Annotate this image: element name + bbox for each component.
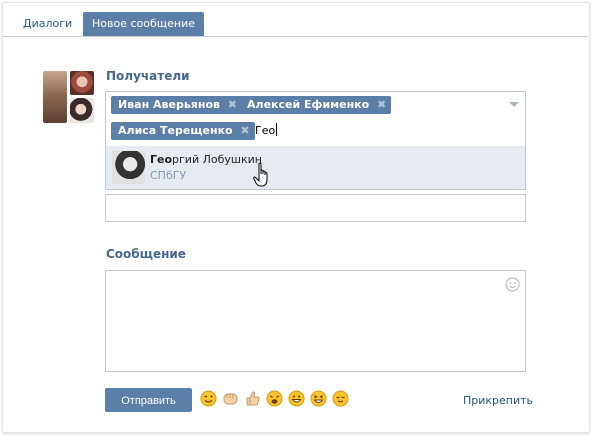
text-caret bbox=[276, 123, 278, 136]
recipients-avatar-group bbox=[43, 71, 94, 123]
tab-bar: Диалоги Новое сообщение bbox=[3, 3, 588, 37]
chevron-down-icon[interactable] bbox=[509, 102, 519, 107]
avatar bbox=[70, 71, 94, 95]
recipient-search-text[interactable]: Гео bbox=[255, 122, 278, 140]
winking-face-icon[interactable] bbox=[200, 390, 217, 407]
tab-dialogs[interactable]: Диалоги bbox=[15, 12, 80, 36]
suggestion-name-rest: ргий Лобушкин bbox=[172, 153, 262, 166]
suggestion-item[interactable]: Георгий Лобушкин СПбГУ bbox=[105, 146, 526, 190]
grinning-face-icon[interactable] bbox=[288, 390, 305, 407]
recipient-token-label: Алексей Ефименко bbox=[247, 98, 370, 111]
avatar bbox=[43, 71, 67, 123]
remove-icon[interactable]: ✖ bbox=[377, 96, 386, 114]
attach-link[interactable]: Прикрепить bbox=[463, 394, 533, 407]
hand-cursor-icon bbox=[253, 162, 268, 187]
recipient-token[interactable]: Алиса Терещенко ✖ bbox=[111, 122, 255, 140]
recipients-input[interactable]: Иван Аверьянов ✖ Алексей Ефименко ✖ Алис… bbox=[105, 91, 526, 147]
smiley-icon[interactable] bbox=[505, 277, 520, 292]
avatar bbox=[112, 151, 145, 184]
tab-new-message[interactable]: Новое сообщение bbox=[83, 12, 205, 36]
typed-value: Гео bbox=[255, 124, 276, 137]
relieved-face-icon[interactable] bbox=[332, 390, 349, 407]
suggestion-name-match: Гео bbox=[150, 153, 173, 166]
recipient-token-label: Алиса Терещенко bbox=[118, 124, 233, 137]
recipients-label: Получатели bbox=[106, 69, 190, 83]
message-textarea[interactable] bbox=[105, 270, 526, 372]
send-button[interactable]: Отправить bbox=[105, 388, 192, 412]
suggestion-subtitle: СПбГУ bbox=[150, 169, 187, 182]
avatar bbox=[70, 98, 94, 123]
remove-icon[interactable]: ✖ bbox=[228, 96, 237, 114]
remove-icon[interactable]: ✖ bbox=[240, 122, 249, 140]
weary-face-icon[interactable] bbox=[266, 390, 283, 407]
thumbs-up-icon[interactable] bbox=[244, 390, 261, 407]
recipient-token[interactable]: Алексей Ефименко ✖ bbox=[240, 96, 392, 114]
squinting-laughing-face-icon[interactable] bbox=[310, 390, 327, 407]
recipient-token-label: Иван Аверьянов bbox=[118, 98, 220, 111]
extra-input-field[interactable] bbox=[105, 194, 526, 222]
recipient-token[interactable]: Иван Аверьянов ✖ bbox=[111, 96, 242, 114]
fist-bump-icon[interactable] bbox=[222, 390, 239, 407]
suggestion-name: Георгий Лобушкин bbox=[150, 153, 262, 166]
message-label: Сообщение bbox=[106, 247, 186, 261]
